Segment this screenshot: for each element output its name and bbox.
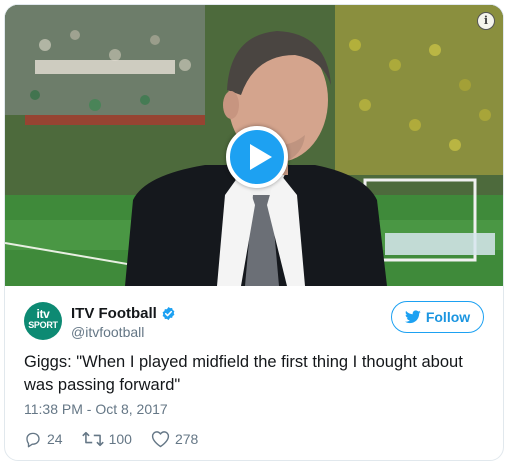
- heart-icon: [151, 431, 170, 448]
- avatar-logo-line2: SPORT: [28, 320, 58, 330]
- avatar-logo-line1: itv: [36, 307, 50, 321]
- tweet-timestamp[interactable]: 11:38 PM - Oct 8, 2017: [24, 401, 168, 417]
- reply-count: 24: [47, 431, 63, 447]
- reply-action[interactable]: 24: [24, 430, 63, 448]
- embedded-tweet-card: i itv SPORT ITV Football @itvfootball Fo…: [4, 4, 504, 461]
- follow-button[interactable]: Follow: [391, 301, 484, 333]
- like-count: 278: [174, 431, 199, 447]
- retweet-action[interactable]: 100: [81, 430, 132, 448]
- display-name[interactable]: ITV Football: [71, 305, 157, 322]
- like-action[interactable]: 278: [151, 430, 198, 448]
- play-button[interactable]: [226, 126, 288, 188]
- retweet-count: 100: [108, 431, 132, 447]
- video-thumbnail[interactable]: i: [5, 5, 503, 286]
- retweet-icon: [81, 431, 104, 447]
- tweet-text: Giggs: "When I played midfield the first…: [24, 353, 463, 394]
- avatar[interactable]: itv SPORT: [24, 302, 62, 340]
- tweet-actions: 24 100 278: [24, 429, 217, 449]
- follow-label: Follow: [425, 309, 471, 325]
- play-icon: [250, 144, 272, 170]
- handle[interactable]: @itvfootball: [71, 324, 144, 340]
- twitter-bird-icon: [404, 310, 421, 324]
- info-icon[interactable]: i: [477, 12, 495, 30]
- reply-icon: [26, 432, 40, 448]
- author-name-row: ITV Football: [71, 303, 176, 323]
- verified-badge-icon: [162, 306, 175, 320]
